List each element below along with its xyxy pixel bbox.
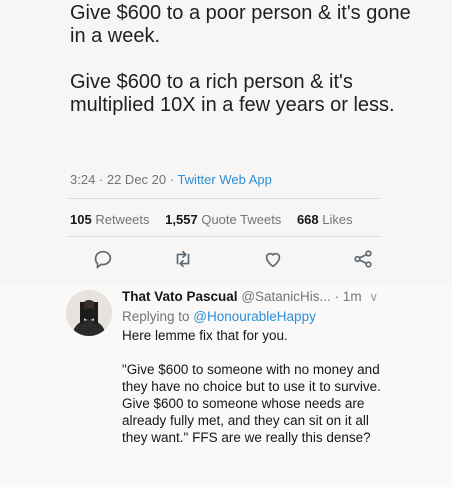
retweets-label: Retweets <box>95 212 150 227</box>
likes-count: 668 <box>296 212 319 227</box>
replying-to: Replying to @HonourableHappy <box>122 308 442 325</box>
mention-link[interactable]: @HonourableHappy <box>193 309 316 324</box>
likes-label: Likes <box>322 212 353 227</box>
tweet-timestamp[interactable]: 3:24 · 22 Dec 20 · <box>70 172 177 187</box>
reply-quote: "Give $600 to someone with no money and … <box>122 362 381 445</box>
main-tweet: Give $600 to a poor person & it's gone i… <box>0 0 452 284</box>
share-icon[interactable] <box>352 248 374 270</box>
likes-stat[interactable]: 668 Likes <box>297 212 353 227</box>
like-icon[interactable] <box>262 248 284 270</box>
quotes-count: 1,557 <box>165 212 198 227</box>
reply-header: That Vato Pascual @SatanicHis... · 1m ∨ <box>122 288 442 306</box>
retweets-count: 105 <box>70 212 92 227</box>
tweet-meta: 3:24 · 22 Dec 20 · Twitter Web App <box>70 172 272 187</box>
divider <box>68 236 380 237</box>
tweet-text: Give $600 to a poor person & it's gone i… <box>70 2 430 117</box>
tweet-paragraph-2: Give $600 to a rich person & it's multip… <box>70 71 395 116</box>
chevron-down-icon[interactable]: ∨ <box>369 289 378 306</box>
divider <box>68 198 380 199</box>
retweet-icon[interactable] <box>172 248 194 270</box>
reply-tweet: That Vato Pascual @SatanicHis... · 1m ∨ … <box>0 284 452 487</box>
reply-time[interactable]: · 1m <box>335 289 362 304</box>
reply-text: Here lemme fix that for you. <box>122 328 288 343</box>
action-bar <box>0 248 452 272</box>
avatar[interactable] <box>66 290 112 336</box>
tweet-paragraph-1: Give $600 to a poor person & it's gone i… <box>70 2 411 47</box>
retweets-stat[interactable]: 105 Retweets <box>70 212 150 227</box>
quotes-label: Quote Tweets <box>201 212 282 227</box>
reply-icon[interactable] <box>92 248 114 270</box>
display-name[interactable]: That Vato Pascual <box>122 289 238 304</box>
tweet-stats: 105 Retweets 1,557 Quote Tweets 668 Like… <box>70 212 365 227</box>
quotes-stat[interactable]: 1,557 Quote Tweets <box>165 212 281 227</box>
replying-prefix: Replying to <box>122 309 194 324</box>
tweet-source[interactable]: Twitter Web App <box>177 172 271 187</box>
reply-body: That Vato Pascual @SatanicHis... · 1m ∨ … <box>122 288 442 446</box>
user-handle[interactable]: @SatanicHis... <box>241 289 330 304</box>
